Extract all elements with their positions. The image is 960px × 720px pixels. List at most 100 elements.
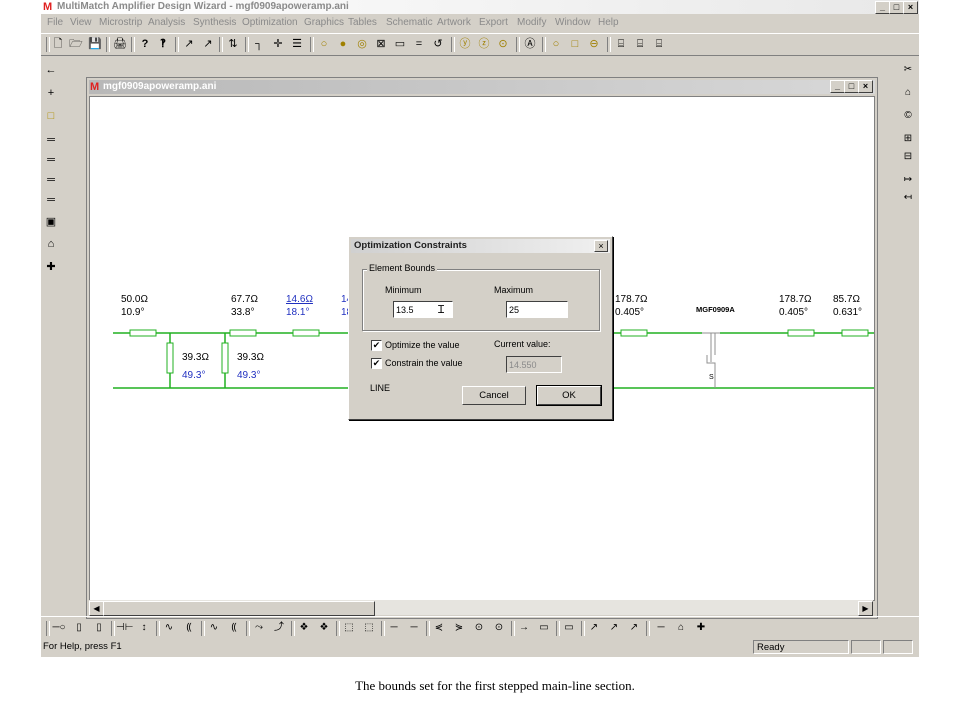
cross-icon[interactable]: ✛ [271,37,285,51]
circle-s-icon[interactable]: ● [336,37,350,51]
menu-export[interactable]: Export [479,17,508,28]
coupler-d-icon[interactable]: ⊙ [491,621,507,635]
resistor-icon[interactable]: ▯ [91,621,107,635]
tee-icon[interactable]: ═ [41,191,61,209]
diag-a-icon[interactable]: ↗ [586,621,602,635]
amp-b-icon[interactable]: ⌸ [633,37,647,51]
series-cap-icon[interactable]: ⊣⊢ [116,621,133,635]
context-help-icon[interactable]: ‽ [156,37,170,51]
amp-a-icon[interactable]: ⌸ [614,37,628,51]
input-port-icon[interactable]: ↤ [898,189,918,207]
port-in-icon[interactable]: ← [41,61,61,79]
copyright-box-icon[interactable]: © [898,107,918,125]
series-inductor-icon[interactable]: ∿ [161,621,177,635]
menu-window[interactable]: Window [555,17,591,28]
cancel-button[interactable]: Cancel [462,386,526,405]
maximum-input[interactable]: 25 [506,301,568,318]
equal-icon[interactable]: = [412,37,426,51]
ground-icon[interactable]: ⌂ [41,235,61,253]
circle-dot-icon[interactable]: ◎ [355,37,369,51]
device-icon[interactable]: ▣ [41,213,61,231]
new-file-icon[interactable]: 🗋 [51,37,65,51]
menu-schematic[interactable]: Schematic [386,17,433,28]
cross-junction-icon[interactable]: ✚ [41,258,61,276]
maximize-button[interactable]: □ [889,1,904,14]
coupled-line-b-icon[interactable]: ═ [41,151,61,169]
ground-icon[interactable]: ⌂ [898,84,918,102]
menu-optimization[interactable]: Optimization [242,17,298,28]
tline-icon[interactable]: ─ [406,621,422,635]
text-a-icon[interactable]: Ⓐ [523,37,537,51]
add-box-icon[interactable]: ⊞ [898,130,918,148]
rect-icon[interactable]: ▭ [393,37,407,51]
series-line-icon[interactable]: ─ [386,621,402,635]
circle-icon[interactable]: ○ [317,37,331,51]
menu-modify[interactable]: Modify [517,17,546,28]
menu-synthesis[interactable]: Synthesis [193,17,236,28]
coupler-c-icon[interactable]: ⊙ [471,621,487,635]
scroll-right-button[interactable]: ▶ [858,601,873,616]
resonator-a-icon[interactable]: ❖ [296,621,312,635]
via-icon[interactable]: ─ [653,621,669,635]
gap-icon[interactable]: ▭ [561,621,577,635]
cut-icon[interactable]: ✂ [898,61,918,79]
menu-help[interactable]: Help [598,17,619,28]
optimize-checkbox[interactable]: ✔ [371,340,382,351]
smith-z-icon[interactable]: ⓩ [477,37,491,51]
output-port-icon[interactable]: ↦ [898,171,918,189]
child-maximize-button[interactable]: □ [844,80,859,93]
ok-button[interactable]: OK [536,385,602,406]
open-folder-icon[interactable]: 🗁 [69,37,83,51]
taper-a-icon[interactable]: → [516,621,532,635]
diag-b-icon[interactable]: ↗ [606,621,622,635]
menu-microstrip[interactable]: Microstrip [99,17,142,28]
coupler-b-icon[interactable]: ⋟ [451,621,467,635]
shunt-rl-icon[interactable]: ⸨ [226,621,242,635]
shunt-cap-icon[interactable]: ↕ [136,621,152,635]
square-open-icon[interactable]: □ [568,37,582,51]
port-icon[interactable]: ─○ [51,621,67,635]
help-icon[interactable]: ? [138,37,152,51]
constrain-checkbox[interactable]: ✔ [371,358,382,369]
menu-graphics[interactable]: Graphics [304,17,344,28]
marker-a-icon[interactable]: ↗ [182,37,196,51]
child-close-button[interactable]: × [858,80,873,93]
loop-icon[interactable]: ↺ [431,37,445,51]
menu-analysis[interactable]: Analysis [148,17,185,28]
open-stub-icon[interactable]: ┐ [252,37,266,51]
save-disk-icon[interactable]: 💾 [88,37,102,51]
remove-box-icon[interactable]: ⊟ [898,148,918,166]
minimize-button[interactable]: _ [875,1,890,14]
child-minimize-button[interactable]: _ [830,80,845,93]
cross-junction-icon[interactable]: ✚ [693,621,709,635]
close-button[interactable]: × [903,1,918,14]
minimum-input[interactable]: 13.5 Ɪ [393,301,453,318]
transformer-b-icon[interactable]: ⤴ [271,621,287,635]
scroll-left-button[interactable]: ◀ [89,601,104,616]
circle-open-icon[interactable]: ○ [549,37,563,51]
shunt-stub-icon[interactable]: ═ [41,171,61,189]
capacitor-icon[interactable]: ▯ [71,621,87,635]
coupler-a-icon[interactable]: ⋞ [431,621,447,635]
smith-dot-icon[interactable]: ⊙ [496,37,510,51]
series-element-icon[interactable]: + [41,84,61,102]
dialog-close-button[interactable]: × [594,240,608,252]
minus-circle-icon[interactable]: ⊖ [587,37,601,51]
menu-view[interactable]: View [70,17,92,28]
menu-artwork[interactable]: Artwork [437,17,471,28]
shunt-inductor-icon[interactable]: ⸨ [181,621,197,635]
stub-open-icon[interactable]: ⬚ [341,621,357,635]
tune-icon[interactable]: ⇅ [226,37,240,51]
taper-b-icon[interactable]: ▭ [536,621,552,635]
horizontal-scrollbar[interactable]: ◀ ▶ [89,600,873,616]
stub-short-icon[interactable]: ⬚ [361,621,377,635]
amp-c-icon[interactable]: ⌸ [652,37,666,51]
scroll-thumb[interactable] [103,601,375,616]
ground-icon[interactable]: ⌂ [673,621,689,635]
text-box-icon[interactable]: ☰ [290,37,304,51]
diag-c-icon[interactable]: ↗ [626,621,642,635]
menu-file[interactable]: File [47,17,63,28]
coupled-line-icon[interactable]: ═ [41,131,61,149]
box-element-icon[interactable]: □ [41,107,61,125]
transformer-a-icon[interactable]: ⤳ [251,621,267,635]
